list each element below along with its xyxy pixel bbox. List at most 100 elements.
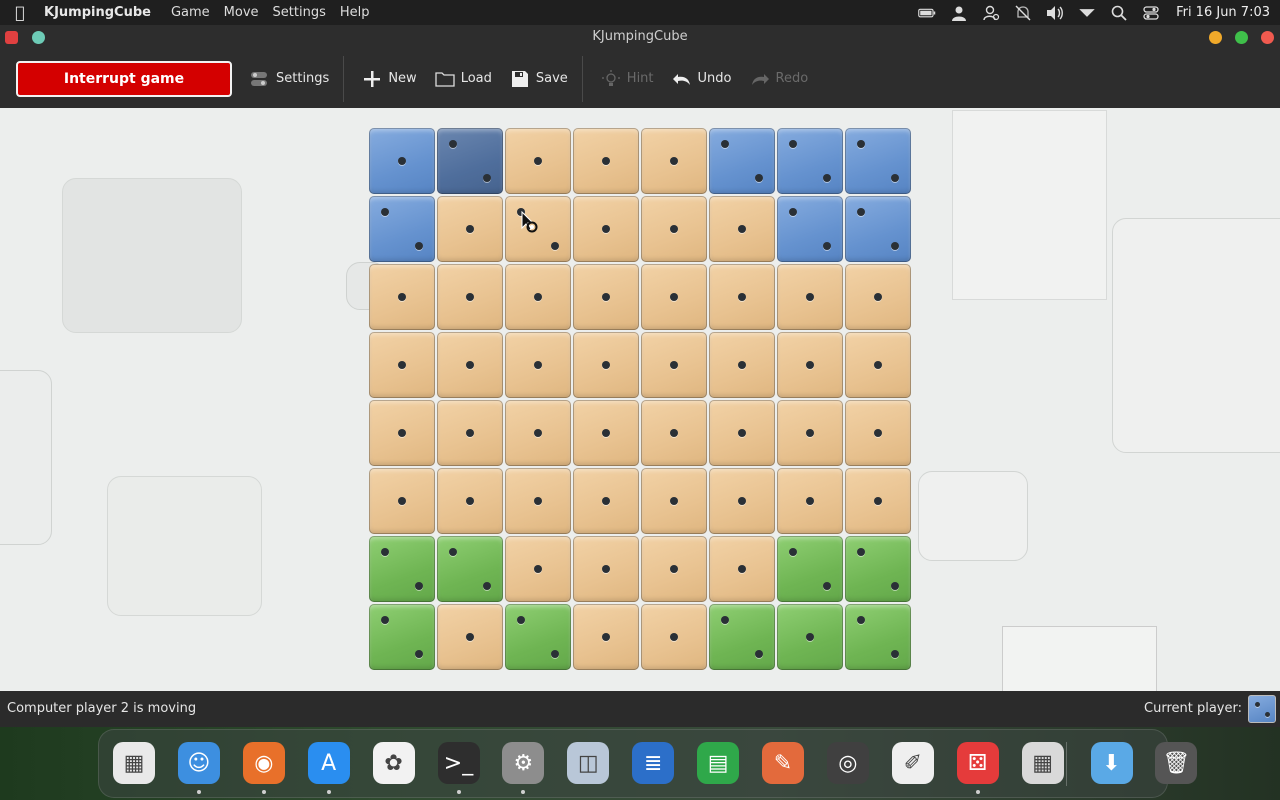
cube-cell[interactable] — [845, 400, 911, 466]
cube-cell[interactable] — [641, 604, 707, 670]
cube-cell[interactable] — [709, 264, 775, 330]
cube-cell[interactable] — [369, 196, 435, 262]
menu-help[interactable]: Help — [340, 5, 370, 20]
minimize-button[interactable] — [1209, 31, 1222, 44]
menu-game[interactable]: Game — [171, 5, 210, 20]
cube-cell[interactable] — [777, 604, 843, 670]
cube-cell[interactable] — [505, 332, 571, 398]
battery-icon[interactable] — [918, 5, 936, 21]
firefox-icon[interactable]: ◉ — [242, 742, 285, 784]
cube-cell[interactable] — [573, 128, 639, 194]
cube-cell[interactable] — [641, 536, 707, 602]
cube-cell[interactable] — [709, 400, 775, 466]
cube-cell[interactable] — [709, 536, 775, 602]
photos-icon[interactable]: ✿ — [372, 742, 415, 784]
cube-cell[interactable] — [505, 468, 571, 534]
cube-cell[interactable] — [573, 468, 639, 534]
cube-cell[interactable] — [573, 400, 639, 466]
cube-cell[interactable] — [709, 604, 775, 670]
settings-button[interactable]: Settings — [250, 70, 329, 88]
cube-cell[interactable] — [709, 332, 775, 398]
cube-cell[interactable] — [369, 332, 435, 398]
cube-cell[interactable] — [437, 196, 503, 262]
redo-button[interactable]: Redo — [750, 70, 808, 88]
menu-settings[interactable]: Settings — [273, 5, 326, 20]
cube-cell[interactable] — [777, 264, 843, 330]
cube-cell[interactable] — [437, 468, 503, 534]
screenshot-icon[interactable]: ◫ — [567, 742, 610, 784]
close-button[interactable] — [1261, 31, 1274, 44]
cube-cell[interactable] — [573, 196, 639, 262]
app-store-icon[interactable]: A — [307, 742, 350, 784]
cube-cell[interactable] — [777, 536, 843, 602]
cube-cell[interactable] — [777, 332, 843, 398]
apple-icon[interactable]:  — [2, 3, 38, 22]
cube-cell[interactable] — [845, 332, 911, 398]
cube-cell[interactable] — [437, 128, 503, 194]
cube-cell[interactable] — [641, 468, 707, 534]
system-settings-icon[interactable]: ⚙ — [502, 742, 545, 784]
trash-icon[interactable]: 🗑 — [1155, 742, 1198, 784]
cube-cell[interactable] — [505, 604, 571, 670]
tape-icon[interactable]: ◎ — [826, 742, 869, 784]
calculator-icon[interactable]: ▦ — [1021, 742, 1064, 784]
cube-cell[interactable] — [369, 468, 435, 534]
control-center-icon[interactable] — [1142, 5, 1160, 21]
cube-cell[interactable] — [437, 604, 503, 670]
cube-cell[interactable] — [709, 128, 775, 194]
cube-cell[interactable] — [573, 536, 639, 602]
cube-cell[interactable] — [437, 400, 503, 466]
cube-cell[interactable] — [573, 604, 639, 670]
notifications-muted-icon[interactable] — [1014, 5, 1032, 21]
cube-cell[interactable] — [777, 128, 843, 194]
cube-cell[interactable] — [641, 264, 707, 330]
interrupt-game-button[interactable]: Interrupt game — [16, 60, 232, 97]
user-icon[interactable] — [950, 5, 968, 21]
cube-cell[interactable] — [641, 332, 707, 398]
cube-cell[interactable] — [369, 400, 435, 466]
menu-move[interactable]: Move — [224, 5, 259, 20]
cube-cell[interactable] — [845, 468, 911, 534]
cube-cell[interactable] — [777, 468, 843, 534]
cube-cell[interactable] — [573, 332, 639, 398]
launchpad-icon[interactable]: ▦ — [113, 742, 155, 784]
cube-cell[interactable] — [845, 196, 911, 262]
cube-cell[interactable] — [369, 536, 435, 602]
maximize-button[interactable] — [1235, 31, 1248, 44]
writer-icon[interactable]: ≣ — [632, 742, 675, 784]
user-switch-icon[interactable] — [982, 5, 1000, 21]
cube-cell[interactable] — [845, 128, 911, 194]
cube-cell[interactable] — [437, 264, 503, 330]
cube-cell[interactable] — [709, 196, 775, 262]
cube-cell[interactable] — [505, 400, 571, 466]
cube-cell[interactable] — [641, 400, 707, 466]
cube-cell[interactable] — [369, 264, 435, 330]
kjumpingcube-icon[interactable]: ⚄ — [956, 742, 999, 784]
hint-button[interactable]: Hint — [601, 69, 654, 88]
cube-cell[interactable] — [777, 400, 843, 466]
cube-cell[interactable] — [641, 128, 707, 194]
terminal-icon[interactable]: >_ — [437, 742, 480, 784]
cube-cell[interactable] — [437, 332, 503, 398]
undo-button[interactable]: Undo — [672, 70, 732, 88]
cube-cell[interactable] — [505, 536, 571, 602]
cube-cell[interactable] — [709, 468, 775, 534]
cube-cell[interactable] — [777, 196, 843, 262]
text-editor-icon[interactable]: ✐ — [891, 742, 934, 784]
cube-cell[interactable] — [573, 264, 639, 330]
cube-cell[interactable] — [437, 536, 503, 602]
finder-icon[interactable]: ☺ — [177, 742, 220, 784]
cube-cell[interactable] — [845, 536, 911, 602]
cube-cell[interactable] — [845, 604, 911, 670]
cube-cell[interactable] — [505, 264, 571, 330]
search-icon[interactable] — [1110, 5, 1128, 21]
draw-icon[interactable]: ✎ — [762, 742, 804, 784]
volume-icon[interactable] — [1046, 5, 1064, 21]
clock[interactable]: Fri 16 Jun 7:03 — [1176, 5, 1270, 20]
cube-cell[interactable] — [369, 604, 435, 670]
save-button[interactable]: Save — [510, 70, 568, 88]
app-menu-name[interactable]: KJumpingCube — [44, 5, 151, 20]
chevron-down-icon[interactable] — [1078, 5, 1096, 21]
load-button[interactable]: Load — [435, 70, 492, 88]
cube-cell[interactable] — [641, 196, 707, 262]
